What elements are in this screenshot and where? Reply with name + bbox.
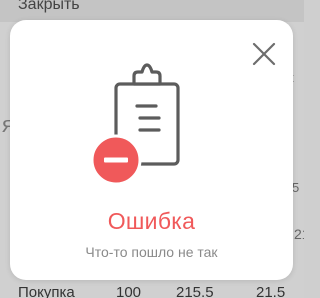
error-dialog: Ошибка Что-то пошло не так: [10, 20, 293, 280]
close-icon: [252, 42, 276, 66]
dialog-message: Что-то пошло не так: [85, 244, 218, 260]
background-cell-qty: 100: [116, 284, 142, 298]
background-top-bar: Закрыть: [0, 0, 304, 22]
background-top-text: Закрыть: [18, 0, 80, 13]
background-right-fragment-3: 21: [294, 226, 304, 242]
background-table-row: Покупка 100 215.5 21.5: [0, 281, 304, 298]
background-right-fragment-2: 5: [292, 180, 300, 195]
close-button[interactable]: [250, 40, 278, 68]
background-cell-type: Покупка: [18, 284, 75, 298]
dialog-title: Ошибка: [107, 208, 196, 234]
background-cell-price: 215.5: [176, 284, 214, 298]
clipboard-error-icon: [90, 62, 212, 196]
background-cell-total: 21.5: [256, 284, 286, 298]
